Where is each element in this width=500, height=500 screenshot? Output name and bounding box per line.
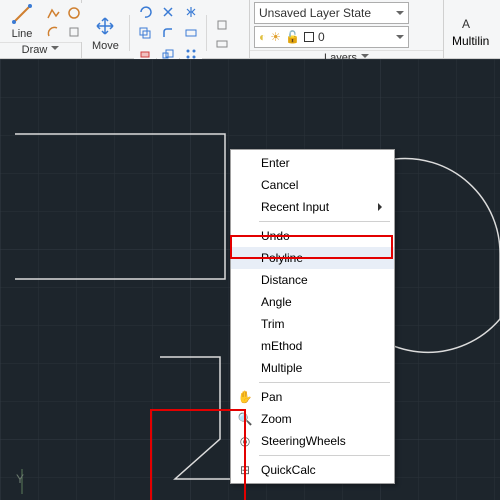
ctx-recent-input[interactable]: Recent Input [231, 196, 394, 218]
fillet-tool[interactable] [157, 23, 179, 43]
menu-separator [259, 221, 390, 222]
stretch-tool[interactable] [180, 23, 202, 43]
ctx-quickcalc[interactable]: ⊞QuickCalc [231, 459, 394, 481]
layer-color-icon [304, 32, 314, 42]
arc-tool[interactable] [42, 22, 64, 42]
sun-icon: ☀ [270, 30, 281, 44]
separator [206, 15, 207, 51]
trim-tool[interactable] [157, 2, 179, 22]
svg-text:A: A [462, 17, 470, 31]
ctx-trim[interactable]: Trim [231, 313, 394, 335]
rotate-tool[interactable] [134, 2, 156, 22]
ctx-cancel[interactable]: Cancel [231, 174, 394, 196]
mirror-tool[interactable] [180, 2, 202, 22]
line-tool[interactable]: Line [4, 2, 40, 40]
move-label: Move [92, 40, 119, 52]
move-icon [93, 14, 117, 38]
ctx-multiple[interactable]: Multiple [231, 357, 394, 379]
y-axis-label: Y [16, 472, 24, 486]
ctx-angle[interactable]: Angle [231, 291, 394, 313]
move-tool[interactable]: Move [86, 2, 125, 64]
ctx-distance[interactable]: Distance [231, 269, 394, 291]
line-label: Line [12, 28, 33, 40]
offset-tool[interactable] [211, 34, 233, 54]
draw-panel-title[interactable]: Draw [0, 42, 81, 58]
ctx-pan[interactable]: ✋Pan [231, 386, 394, 408]
text-icon: A [459, 10, 483, 34]
drawing-canvas[interactable]: Y Enter Cancel Recent Input Undo Polylin… [0, 59, 500, 500]
lightbulb-icon: ◐ [259, 30, 266, 44]
highlight-shape [150, 409, 246, 500]
ctx-zoom[interactable]: 🔍Zoom [231, 408, 394, 430]
ctx-method[interactable]: mEthod [231, 335, 394, 357]
line-icon [10, 2, 34, 26]
context-menu: Enter Cancel Recent Input Undo Polyline … [230, 149, 395, 484]
chevron-down-icon [396, 35, 404, 43]
multiline-text-tool[interactable]: A Multilin [448, 10, 493, 48]
ctx-steeringwheels[interactable]: ◎SteeringWheels [231, 430, 394, 452]
chevron-down-icon [396, 11, 404, 19]
separator [129, 15, 130, 51]
copy-tool[interactable] [134, 23, 156, 43]
highlight-polyline [230, 235, 393, 259]
submenu-arrow-icon [378, 203, 386, 211]
lock-icon: 🔓 [285, 30, 300, 44]
explode-tool[interactable] [211, 15, 233, 35]
menu-separator [259, 455, 390, 456]
layer-name: 0 [318, 30, 325, 44]
layer-state-combo[interactable]: Unsaved Layer State [254, 2, 409, 24]
menu-separator [259, 382, 390, 383]
ctx-enter[interactable]: Enter [231, 152, 394, 174]
layer-current-combo[interactable]: ◐ ☀ 🔓 0 [254, 26, 409, 48]
layer-state-text: Unsaved Layer State [259, 6, 371, 20]
pan-icon: ✋ [237, 389, 253, 405]
multiline-label: Multilin [452, 34, 489, 48]
polyline-tool[interactable] [42, 3, 64, 23]
